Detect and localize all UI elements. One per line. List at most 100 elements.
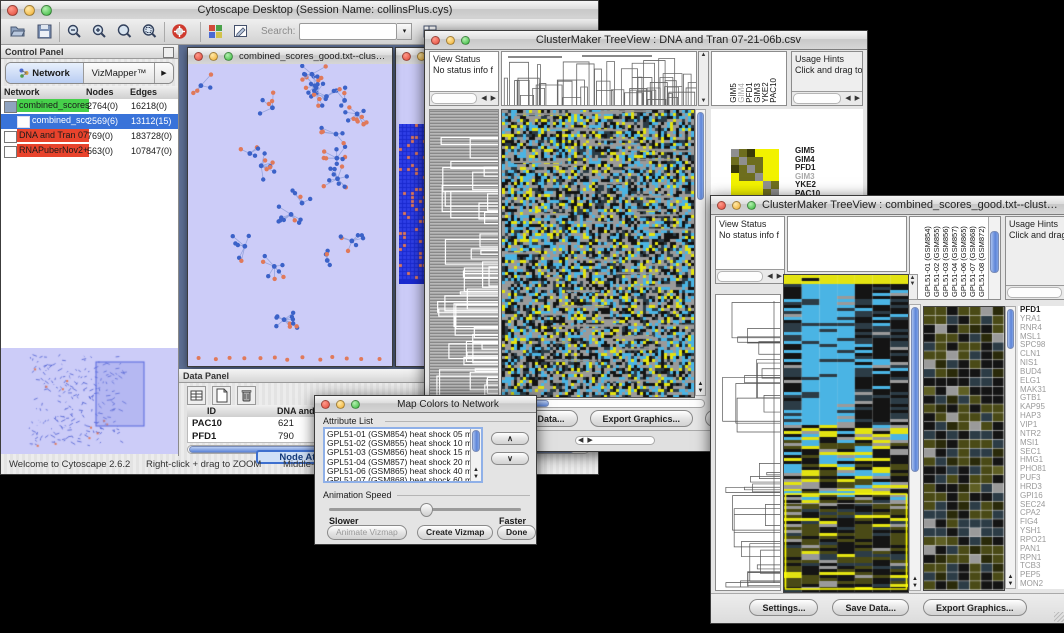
tv2-column-labels-vscrollbar[interactable]	[988, 217, 1000, 299]
tv1-row-dendrogram[interactable]	[429, 109, 499, 396]
tv2-column-label[interactable]: GPL51-03 (GSM856)	[942, 219, 950, 297]
tv2-column-label[interactable]: GPL51-02 (GSM855)	[933, 219, 941, 297]
zoom-button[interactable]	[224, 52, 233, 61]
tv1-titlebar[interactable]: ClusterMaker TreeView : DNA and Tran 07-…	[425, 31, 867, 50]
scroll-down-icon[interactable]: ▼	[699, 98, 708, 104]
scroll-left-icon[interactable]: ◀	[843, 93, 852, 104]
matrix-cell[interactable]	[755, 149, 763, 157]
scroll-left-icon[interactable]: ◀	[576, 437, 585, 445]
scroll-up-icon[interactable]: ▲	[1006, 574, 1015, 581]
close-button[interactable]	[321, 400, 330, 409]
matrix-cell[interactable]	[739, 181, 747, 189]
matrix-cell[interactable]	[747, 157, 755, 165]
tv2-column-label[interactable]: GPL51-04 (GSM857)	[951, 219, 959, 297]
scroll-up-icon[interactable]: ▲	[696, 381, 705, 388]
animate-vizmap-button[interactable]: Animate Vizmap	[327, 525, 407, 540]
matrix-cell[interactable]	[763, 181, 771, 189]
tv1-zoom-hscrollbar[interactable]: ◀ ▶	[575, 436, 655, 445]
export-graphics-button[interactable]: Export Graphics...	[923, 599, 1027, 616]
tv1-column-label[interactable]: GIM5	[730, 78, 737, 103]
matrix-cell[interactable]	[739, 157, 747, 165]
matrix-cell[interactable]	[731, 165, 739, 173]
settings-button[interactable]: Settings...	[749, 599, 818, 616]
tv2-hints-scrollbar[interactable]	[1006, 285, 1064, 299]
animation-speed-slider[interactable]	[329, 508, 521, 511]
matrix-cell[interactable]	[763, 149, 771, 157]
matrix-cell[interactable]	[731, 157, 739, 165]
float-panel-icon[interactable]	[163, 47, 174, 58]
matrix-cell[interactable]	[763, 165, 771, 173]
move-down-button[interactable]: ∨	[491, 452, 529, 465]
resize-grip[interactable]	[1054, 612, 1064, 622]
tv2-row-dendrogram[interactable]	[715, 294, 781, 591]
matrix-cell[interactable]	[763, 173, 771, 181]
col-nodes[interactable]: Nodes	[86, 86, 128, 99]
network-graph[interactable]	[188, 64, 390, 364]
tv2-heatmap-vscrollbar[interactable]: ▲▼	[909, 304, 921, 591]
tv1-global-heatmap[interactable]	[501, 109, 695, 398]
close-button[interactable]	[717, 201, 726, 210]
tv2-global-heatmap[interactable]	[783, 274, 909, 593]
create-vizmap-button[interactable]: Create Vizmap	[417, 525, 493, 540]
move-up-button[interactable]: ∧	[491, 432, 529, 445]
tv1-column-label[interactable]: GIM4	[738, 78, 745, 103]
zoom-out-icon[interactable]	[66, 23, 83, 40]
network1-titlebar[interactable]: combined_scores_good.txt--cluste...	[188, 48, 392, 65]
matrix-cell[interactable]	[739, 173, 747, 181]
matrix-cell[interactable]	[731, 173, 739, 181]
matrix-cell[interactable]	[747, 149, 755, 157]
search-input[interactable]	[299, 23, 397, 40]
network-tree-row[interactable]: RNAPuberNov2+563(0)107847(0)	[1, 144, 178, 159]
minimize-button[interactable]	[732, 201, 741, 210]
zoom-button[interactable]	[41, 5, 52, 16]
tv2-column-label[interactable]: GPL51-07 (GSM868)	[969, 219, 977, 297]
annotation-icon[interactable]	[232, 23, 249, 40]
network-tree-row[interactable]: combined_scores2764(0)16218(0)	[1, 99, 178, 114]
scroll-up-icon[interactable]: ▲	[471, 467, 481, 474]
matrix-cell[interactable]	[755, 173, 763, 181]
matrix-cell[interactable]	[771, 181, 779, 189]
matrix-cell[interactable]	[731, 181, 739, 189]
close-button[interactable]	[402, 52, 411, 61]
close-button[interactable]	[194, 52, 203, 61]
tv2-row-label[interactable]: MON2	[1020, 580, 1064, 589]
done-button[interactable]: Done	[497, 525, 536, 540]
network1-canvas-area[interactable]	[188, 64, 392, 366]
minimize-button[interactable]	[446, 36, 455, 45]
scroll-up-icon[interactable]: ▲	[910, 576, 920, 583]
zoom-selected-icon[interactable]	[116, 23, 133, 40]
tv2-column-label[interactable]: GPL51-08 (GSM872)	[978, 219, 986, 297]
scroll-down-icon[interactable]: ▼	[1006, 581, 1015, 588]
scroll-down-icon[interactable]: ▼	[910, 583, 920, 590]
tv2-column-label[interactable]: GPL51-06 (GSM865)	[960, 219, 968, 297]
dialog-titlebar[interactable]: Map Colors to Network	[315, 396, 536, 413]
zoom-button[interactable]	[747, 201, 756, 210]
tv2-status-scrollbar[interactable]: ◀ ▶	[716, 269, 784, 283]
tab-network[interactable]: Network	[6, 63, 84, 83]
col-edges[interactable]: Edges	[130, 86, 176, 99]
zoom-fit-icon[interactable]	[141, 23, 158, 40]
attribute-listbox[interactable]: GPL51-01 (GSM854) heat shock 05 minGPL51…	[323, 427, 483, 483]
close-button[interactable]	[7, 5, 18, 16]
close-button[interactable]	[431, 36, 440, 45]
scroll-left-icon[interactable]: ◀	[479, 93, 488, 104]
save-data-button[interactable]: Save Data...	[832, 599, 909, 616]
matrix-cell[interactable]	[747, 181, 755, 189]
minimize-button[interactable]	[209, 52, 218, 61]
scroll-right-icon[interactable]: ▶	[585, 437, 594, 445]
matrix-cell[interactable]	[763, 157, 771, 165]
network-tree-row[interactable]: DNA and Tran 07769(0)183728(0)	[1, 129, 178, 144]
zoom-button[interactable]	[461, 36, 470, 45]
network-tree-row[interactable]: combined_sco2569(6)13112(15)	[1, 114, 178, 129]
help-icon[interactable]	[171, 23, 188, 40]
tv2-zoom-vscrollbar[interactable]: ▲▼	[1005, 306, 1016, 589]
minimize-button[interactable]	[24, 5, 35, 16]
tv1-column-arrows[interactable]: ▲ ▼	[698, 51, 709, 106]
id-column-header[interactable]: ID	[207, 405, 267, 417]
tv2-column-dendrogram[interactable]	[787, 216, 907, 272]
tab-overflow-arrow[interactable]: ▶	[155, 63, 173, 83]
delete-attribute-icon[interactable]	[237, 386, 256, 405]
scroll-left-icon[interactable]: ◀	[765, 271, 774, 282]
export-graphics-button[interactable]: Export Graphics...	[590, 410, 694, 427]
open-icon[interactable]	[9, 23, 26, 40]
